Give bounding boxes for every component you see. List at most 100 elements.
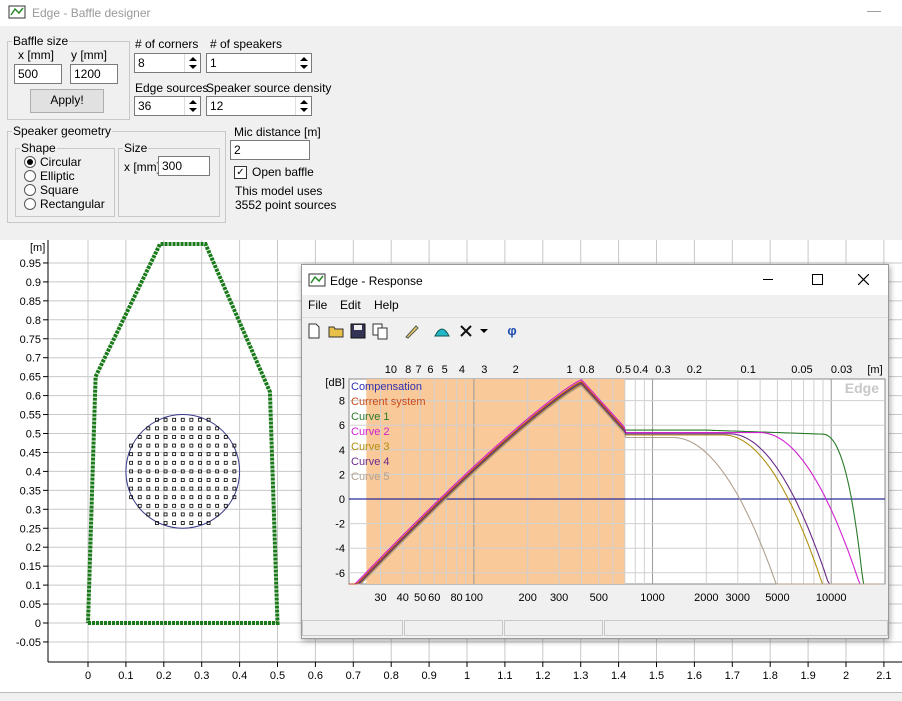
baffle-x-tick-label: 1.4 bbox=[611, 670, 626, 682]
baffle-x-input[interactable]: 500 bbox=[14, 64, 62, 84]
shape-legend: Shape bbox=[21, 141, 56, 155]
speaker-point-source bbox=[206, 495, 211, 500]
corners-stepper[interactable]: 8 bbox=[134, 53, 201, 73]
response-y-tick-label: 4 bbox=[339, 445, 345, 457]
speaker-density-stepper[interactable]: 12 bbox=[206, 96, 312, 116]
speaker-point-source bbox=[189, 512, 194, 517]
baffle-x-tick-label: 1.5 bbox=[649, 670, 664, 682]
edge-sources-spin-arrows[interactable] bbox=[184, 97, 200, 115]
shape-circular-radio[interactable] bbox=[24, 156, 36, 168]
baffle-y-input[interactable]: 1200 bbox=[70, 64, 118, 84]
speaker-point-source bbox=[223, 452, 228, 457]
size-legend: Size bbox=[124, 141, 148, 155]
speaker-point-source bbox=[189, 495, 194, 500]
new-file-icon[interactable] bbox=[304, 321, 324, 341]
speakers-label: # of speakers bbox=[210, 37, 283, 51]
response-top-tick-label: 10 bbox=[385, 364, 397, 376]
edge-sources-value: 36 bbox=[138, 99, 152, 113]
mic-distance-input[interactable]: 2 bbox=[230, 140, 310, 160]
baffle-x-tick-label: 2.1 bbox=[876, 670, 891, 682]
speaker-point-source bbox=[198, 478, 202, 482]
response-y-tick-label: 8 bbox=[339, 396, 345, 408]
shape-rectangular-radio[interactable] bbox=[24, 198, 36, 210]
response-x-tick-label: 500 bbox=[590, 592, 608, 604]
shape-square-radio[interactable] bbox=[24, 184, 36, 196]
speaker-point-source bbox=[155, 486, 159, 491]
baffle-x-tick-label: 1.6 bbox=[687, 670, 702, 682]
speaker-point-source bbox=[206, 435, 211, 439]
response-x-tick-label: 60 bbox=[428, 592, 440, 604]
baffle-x-tick-label: 1.3 bbox=[573, 670, 588, 682]
response-top-tick-label: 1 bbox=[566, 364, 572, 376]
response-chart[interactable]: [dB]86420-2-4-630 40 50 60 80 100 200 300 500 100… bbox=[302, 351, 888, 613]
shape-circular-label[interactable]: Circular bbox=[40, 155, 81, 169]
corners-spin-arrows[interactable] bbox=[184, 54, 200, 72]
shape-elliptic-radio[interactable] bbox=[24, 170, 36, 182]
speaker-point-source bbox=[129, 486, 134, 491]
baffle-x-tick-label: 1.2 bbox=[535, 670, 550, 682]
speaker-point-source bbox=[206, 486, 211, 491]
baffle-y-tick-label: -0.05 bbox=[16, 637, 41, 649]
response-close-icon[interactable] bbox=[858, 274, 869, 285]
speakers-spin-arrows[interactable] bbox=[295, 54, 311, 72]
speaker-point-source bbox=[180, 443, 185, 448]
speaker-point-source bbox=[232, 460, 237, 465]
shape-elliptic-label[interactable]: Elliptic bbox=[40, 169, 75, 183]
speaker-point-source bbox=[155, 426, 159, 431]
speaker-point-source bbox=[163, 443, 168, 448]
speaker-point-source bbox=[146, 495, 151, 500]
shape-square-label[interactable]: Square bbox=[40, 183, 79, 197]
baffle-y-tick-label: 0.45 bbox=[20, 447, 41, 459]
speaker-point-source bbox=[155, 495, 159, 500]
open-baffle-checkbox[interactable]: ✓ bbox=[234, 166, 247, 179]
menu-file[interactable]: File bbox=[308, 298, 327, 312]
baffle-x-tick-label: 0.4 bbox=[232, 670, 247, 682]
menu-edit[interactable]: Edit bbox=[340, 298, 361, 312]
speaker-point-source bbox=[172, 512, 177, 517]
speaker-point-source bbox=[206, 478, 211, 482]
baffle-y-tick-label: 0.95 bbox=[20, 258, 41, 270]
speaker-density-spin-arrows[interactable] bbox=[295, 97, 311, 115]
save-icon[interactable] bbox=[348, 321, 368, 341]
open-folder-icon[interactable] bbox=[326, 321, 346, 341]
shape-rectangular-label[interactable]: Rectangular bbox=[40, 197, 105, 211]
baffle-y-tick-label: 0.1 bbox=[26, 580, 41, 592]
speakers-stepper[interactable]: 1 bbox=[206, 53, 312, 73]
speaker-point-source bbox=[215, 460, 220, 465]
model-info-line2: 3552 point sources bbox=[235, 198, 337, 212]
response-x-tick-label: 30 bbox=[374, 592, 386, 604]
minimize-button[interactable]: — bbox=[866, 2, 882, 22]
pen-icon[interactable] bbox=[402, 321, 422, 341]
response-legend-entry: Curve 1 bbox=[351, 411, 390, 423]
apply-button[interactable]: Apply! bbox=[30, 89, 104, 113]
baffle-x-tick-label: 0.5 bbox=[270, 670, 285, 682]
response-y-tick-label: 2 bbox=[339, 469, 345, 481]
phase-icon[interactable]: φ bbox=[502, 321, 522, 341]
speaker-point-source bbox=[172, 478, 177, 482]
dropdown-icon[interactable] bbox=[478, 321, 490, 341]
delete-icon[interactable] bbox=[456, 321, 476, 341]
edge-sources-stepper[interactable]: 36 bbox=[134, 96, 201, 116]
speaker-point-source bbox=[206, 512, 211, 517]
copy-icon[interactable] bbox=[370, 321, 390, 341]
baffle-x-label: x [mm] bbox=[18, 48, 54, 62]
speakers-value: 1 bbox=[210, 56, 217, 70]
response-minimize-icon[interactable] bbox=[763, 279, 773, 280]
open-baffle-label[interactable]: Open baffle bbox=[252, 165, 314, 179]
response-maximize-icon[interactable] bbox=[812, 274, 823, 285]
response-window[interactable]: Edge - Response File Edit Help φ [dB] 8 6 4… bbox=[301, 264, 889, 639]
speaker-point-source bbox=[172, 417, 177, 422]
speaker-point-source bbox=[189, 452, 194, 457]
menu-help[interactable]: Help bbox=[374, 298, 399, 312]
speaker-point-source bbox=[163, 435, 168, 439]
speaker-point-source bbox=[137, 486, 142, 491]
response-x-tick-label: 100 bbox=[465, 592, 483, 604]
speaker-point-source bbox=[215, 495, 220, 500]
speaker-point-source bbox=[137, 478, 142, 482]
speaker-point-source bbox=[180, 478, 185, 482]
size-x-input[interactable]: 300 bbox=[158, 156, 210, 176]
speaker-point-source bbox=[215, 452, 220, 457]
speaker-point-source bbox=[172, 495, 177, 500]
speaker-point-source bbox=[137, 452, 142, 457]
dome-icon[interactable] bbox=[432, 321, 452, 341]
